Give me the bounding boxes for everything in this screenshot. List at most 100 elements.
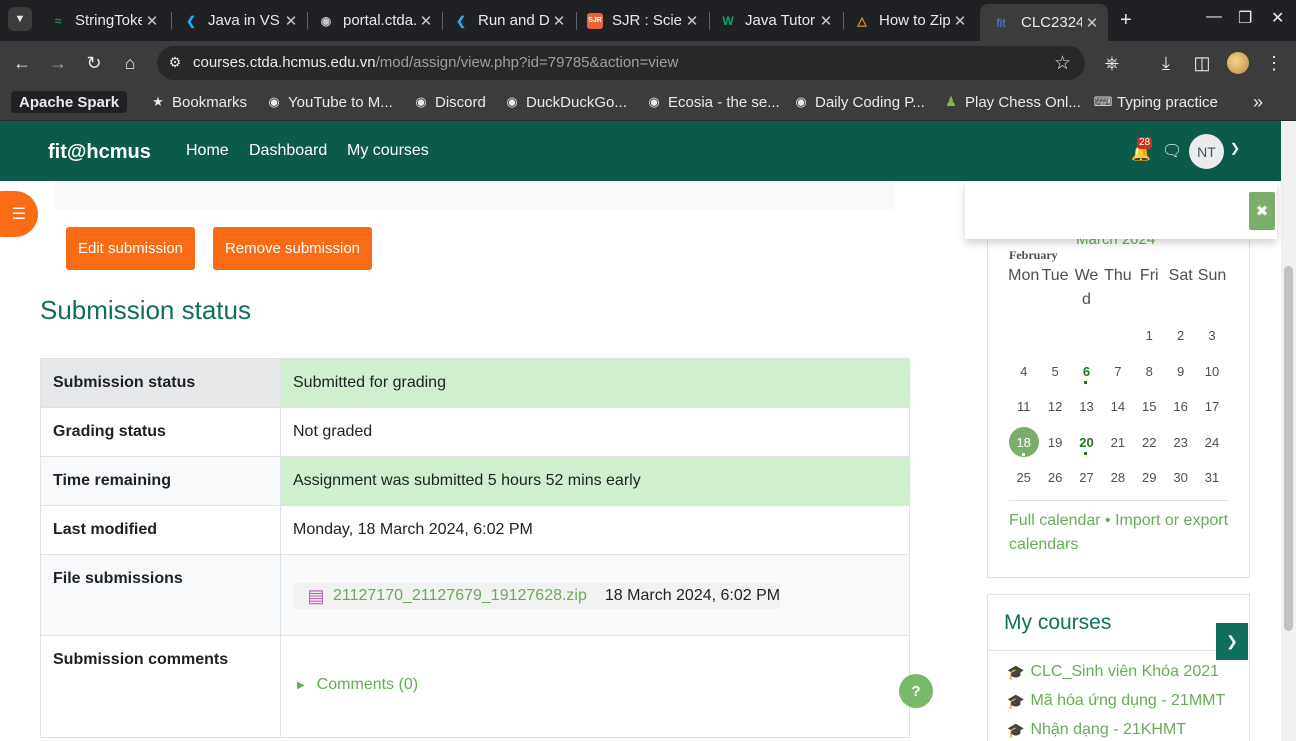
page-scrollbar[interactable] xyxy=(1281,121,1296,741)
row-label: Submission comments xyxy=(40,635,281,738)
tab-title: SJR : Scientific Journal xyxy=(612,12,682,29)
calendar-day: 13 xyxy=(1079,399,1094,415)
close-icon[interactable]: ✕ xyxy=(950,12,970,30)
browser-tab[interactable]: ◉ portal.ctda.hcmus.edu.vn ✕ xyxy=(308,6,442,35)
weekday-label: Fri xyxy=(1139,267,1159,284)
tab-title: portal.ctda.hcmus.edu.vn xyxy=(343,12,416,29)
bookmark-item[interactable]: ⌨ Typing practice xyxy=(1094,91,1218,113)
browser-tab[interactable]: ❮ Run and Debug ✕ xyxy=(443,6,575,35)
browser-tab[interactable]: △ How to Zip ✕ xyxy=(844,6,976,35)
edit-submission-button[interactable]: Edit submission xyxy=(66,227,195,270)
browser-tab[interactable]: W Java Tutorial ✕ xyxy=(710,6,842,35)
course-link[interactable]: 🎓 Mã hóa ứng dụng - 21MMT xyxy=(1007,692,1225,710)
course-link[interactable]: 🎓 Nhận dạng - 21KHMT xyxy=(1007,721,1186,739)
browser-tab[interactable]: SJR SJR : Scientific Journal ✕ xyxy=(577,6,708,35)
calendar-day: 2 xyxy=(1177,328,1185,344)
side-panel-icon[interactable]: ◫ xyxy=(1189,50,1215,76)
help-button[interactable]: ? xyxy=(899,674,933,708)
nav-my-courses[interactable]: My courses xyxy=(347,142,429,160)
chess-pawn-icon: ♟ xyxy=(945,94,957,109)
drawer-header-overlay xyxy=(965,181,1277,239)
bookmark-star-icon[interactable]: ☆ xyxy=(1054,52,1071,75)
nav-home[interactable]: Home xyxy=(186,142,229,160)
bookmark-item[interactable]: ♟ Play Chess Onl... xyxy=(943,91,1081,113)
minimize-icon[interactable]: — xyxy=(1206,8,1222,26)
scrollbar-thumb[interactable] xyxy=(1284,266,1293,631)
site-brand[interactable]: fit@hcmus xyxy=(48,141,151,164)
browser-tab[interactable]: ❮ Java in VS Code ✕ xyxy=(173,6,307,35)
gfg-icon: ≈ xyxy=(54,13,62,28)
calendar-day[interactable]: 20 xyxy=(1071,425,1102,461)
nav-dashboard[interactable]: Dashboard xyxy=(249,142,327,160)
calendar-day: 16 xyxy=(1173,399,1188,415)
reload-icon[interactable]: ↻ xyxy=(81,50,107,76)
bookmark-folder[interactable]: ★ Bookmarks xyxy=(150,91,247,113)
remove-submission-button[interactable]: Remove submission xyxy=(213,227,372,270)
chevron-down-icon[interactable]: ❯ xyxy=(1230,141,1240,155)
close-drawer-button[interactable]: ✖ xyxy=(1249,192,1275,230)
globe-icon: ◉ xyxy=(648,94,660,109)
extensions-icon[interactable]: ⎈ xyxy=(1099,50,1125,76)
calendar-blank xyxy=(1039,318,1070,354)
calendar-day[interactable]: 18 xyxy=(1008,425,1040,461)
close-icon[interactable]: ✕ xyxy=(1082,14,1102,32)
bookmark-item[interactable]: ◉ Ecosia - the se... xyxy=(646,91,779,113)
course-link[interactable]: 🎓 CLC_Sinh viên Khóa 2021 xyxy=(1007,663,1219,681)
comments-label: Comments (0) xyxy=(316,676,419,693)
bookmark-item[interactable]: ◉ DuckDuckGo... xyxy=(504,91,627,113)
graduation-cap-icon: 🎓 xyxy=(1007,692,1025,709)
address-bar[interactable]: ⚙ courses.ctda.hcmus.edu.vn/mod/assign/v… xyxy=(157,46,1085,80)
sjr-icon: SJR xyxy=(587,12,603,29)
archive-file-icon: ▤ xyxy=(307,585,325,606)
comments-toggle[interactable]: ▶ Comments (0) xyxy=(297,676,897,694)
forward-icon[interactable]: → xyxy=(45,50,71,76)
file-link[interactable]: 21127170_21127679_19127628.zip xyxy=(333,587,587,605)
menu-kebab-icon[interactable]: ⋮ xyxy=(1261,50,1287,76)
close-icon[interactable]: ✕ xyxy=(816,12,836,30)
calendar-day: 9 xyxy=(1177,363,1185,379)
user-avatar[interactable]: NT xyxy=(1189,134,1224,169)
chat-bubble-icon[interactable]: 🗨 xyxy=(1162,141,1182,161)
browser-tab-active[interactable]: fit CLC2324HK2 ✕ xyxy=(980,4,1108,41)
globe-icon: ◉ xyxy=(795,94,807,109)
browser-tab[interactable]: ≈ StringTokenizer ✕ xyxy=(40,6,168,35)
tab-search-button[interactable]: ▼ xyxy=(8,7,32,31)
calendar-day: 14 xyxy=(1110,399,1126,415)
calendar-blank xyxy=(1102,318,1133,354)
bookmark-apache-spark[interactable]: Apache Spark xyxy=(11,91,128,113)
course-name: Mã hóa ứng dụng - 21MMT xyxy=(1030,692,1226,709)
new-tab-button[interactable]: + xyxy=(1120,9,1132,32)
close-icon[interactable]: ✕ xyxy=(549,12,569,30)
back-to-top-button[interactable]: ❯ xyxy=(1216,623,1248,660)
calendar-day[interactable]: 6 xyxy=(1071,354,1102,390)
close-icon[interactable]: ✕ xyxy=(682,12,702,30)
close-icon[interactable]: ✕ xyxy=(281,12,301,30)
restore-icon[interactable]: ❐ xyxy=(1238,8,1252,28)
course-name: Nhận dạng - 21KHMT xyxy=(1030,721,1187,738)
url-text[interactable]: courses.ctda.hcmus.edu.vn/mod/assign/vie… xyxy=(193,54,678,71)
bookmark-label: Typing practice xyxy=(1117,93,1218,111)
profile-avatar[interactable] xyxy=(1227,52,1249,74)
back-icon[interactable]: ← xyxy=(9,50,35,76)
site-info-icon[interactable]: ⚙ xyxy=(166,54,184,72)
calendar-footer-links[interactable]: Full calendar • Import or export calenda… xyxy=(1009,509,1234,557)
bookmark-label: Play Chess Onl... xyxy=(965,93,1081,111)
star-icon: ★ xyxy=(152,94,164,109)
course-index-toggle[interactable]: ☰ xyxy=(0,191,38,237)
more-bookmarks-button[interactable]: » xyxy=(1253,91,1263,113)
close-icon[interactable]: ✕ xyxy=(416,12,436,30)
window-close-icon[interactable]: ✕ xyxy=(1271,8,1284,28)
calendar-day: 24 xyxy=(1204,434,1220,450)
weekday-label: We d xyxy=(1074,267,1099,308)
calendar-day: 31 xyxy=(1204,470,1220,486)
home-icon[interactable]: ⌂ xyxy=(117,50,143,76)
download-icon[interactable]: ⤓ xyxy=(1153,50,1179,76)
bookmark-item[interactable]: ◉ Discord xyxy=(413,91,486,113)
my-courses-heading: My courses xyxy=(1004,611,1112,634)
calendar-day: 8 xyxy=(1145,363,1153,379)
bookmark-item[interactable]: ◉ YouTube to M... xyxy=(266,91,392,113)
bookmark-item[interactable]: ◉ Daily Coding P... xyxy=(793,91,924,113)
previous-month-link[interactable]: February xyxy=(1009,248,1058,263)
row-label: Grading status xyxy=(40,407,281,457)
close-icon[interactable]: ✕ xyxy=(142,12,162,30)
